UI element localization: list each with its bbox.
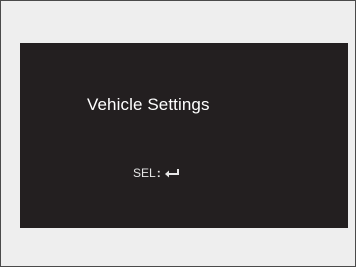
screen-title: Vehicle Settings	[87, 95, 210, 114]
display-frame: Vehicle Settings SEL :	[0, 0, 356, 267]
enter-arrow-icon	[164, 169, 179, 178]
select-hint: SEL :	[133, 166, 180, 180]
display-screen: Vehicle Settings SEL :	[20, 43, 348, 228]
select-hint-separator: :	[156, 166, 161, 180]
select-hint-label: SEL	[133, 166, 156, 180]
